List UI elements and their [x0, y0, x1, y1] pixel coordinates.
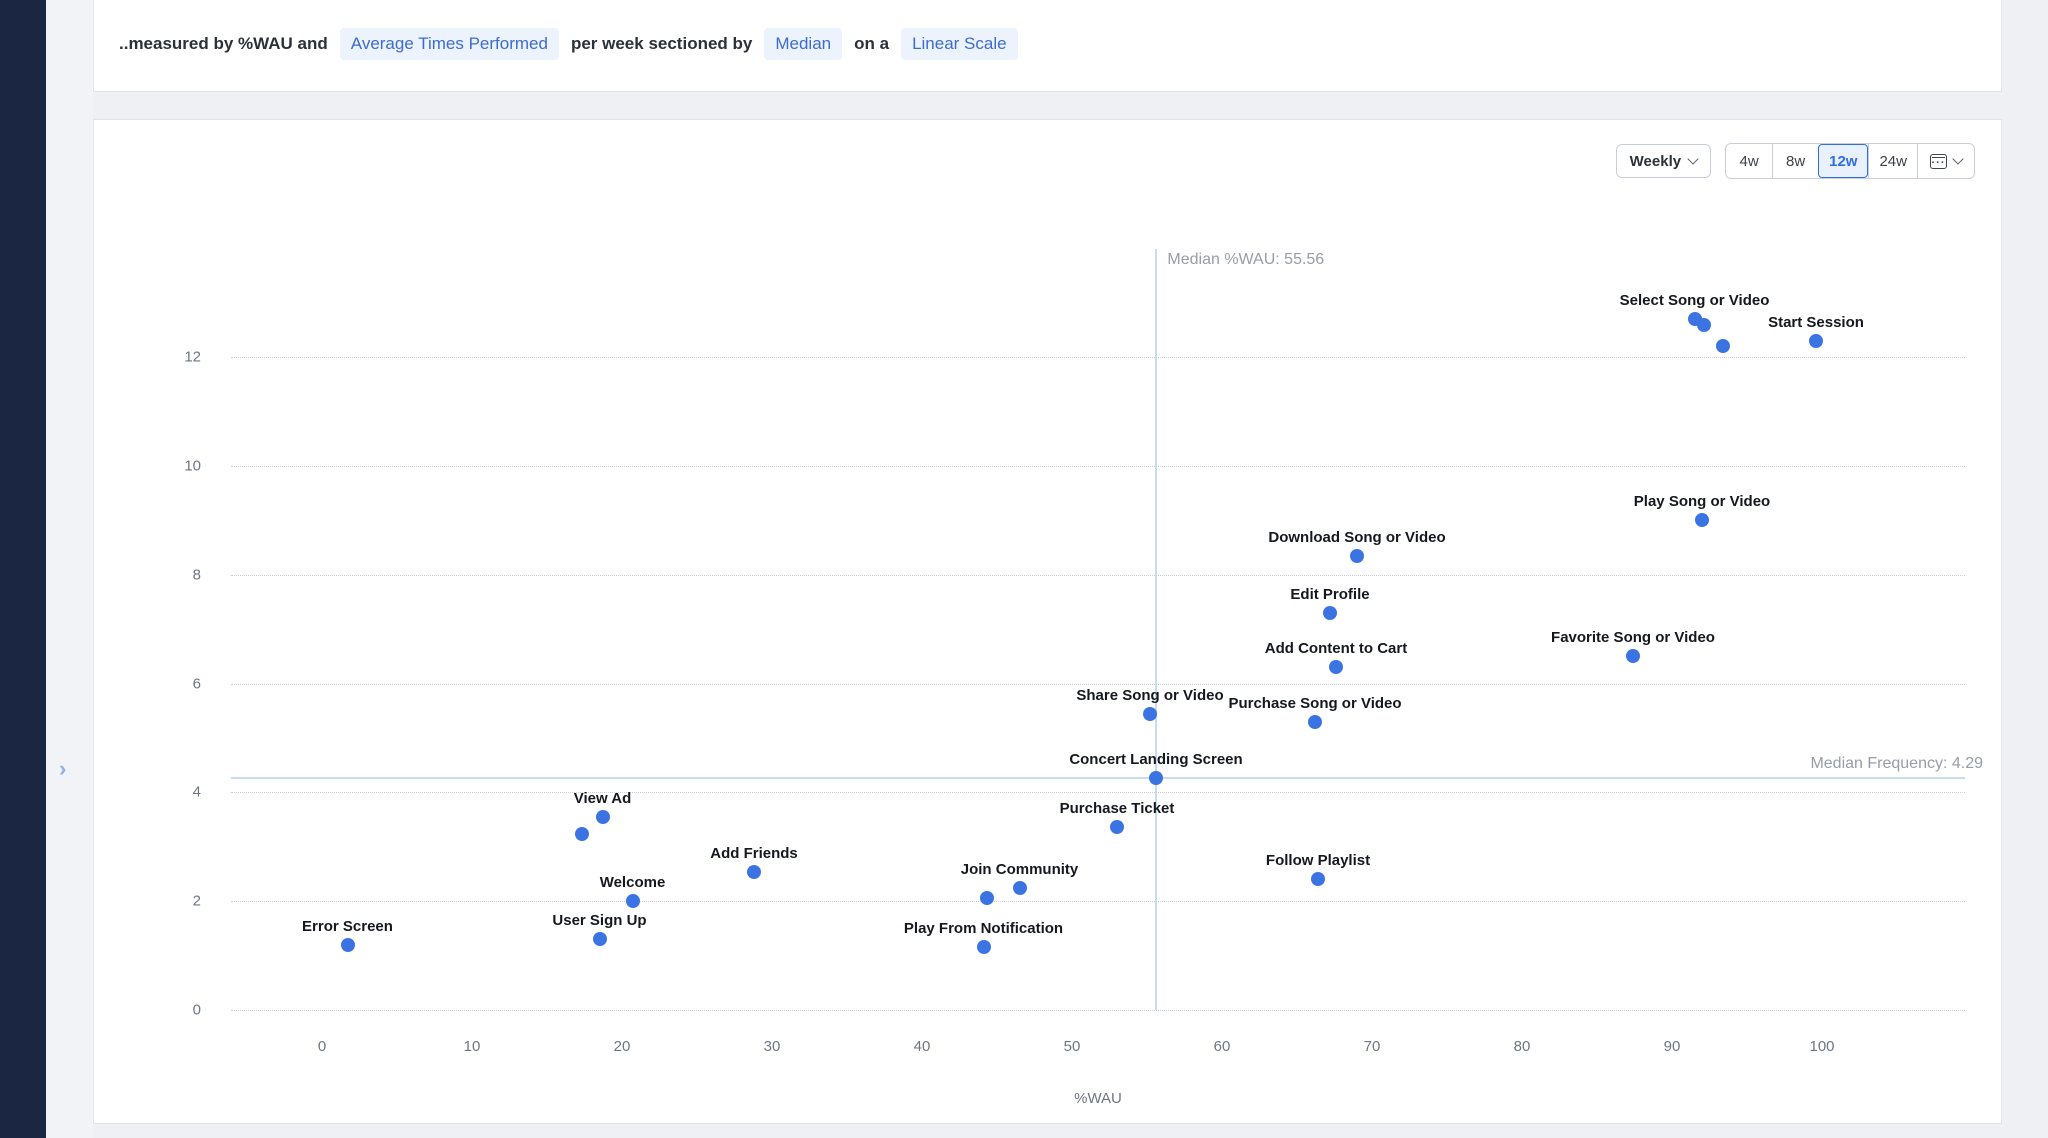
y-tick-label: 8 [141, 566, 201, 583]
collapsed-panel-gutter: › [46, 0, 93, 1138]
data-point-label: Follow Playlist [1266, 852, 1370, 869]
data-point[interactable] [747, 865, 761, 879]
data-point-label: Play From Notification [904, 920, 1063, 937]
x-tick-label: 30 [764, 1038, 781, 1055]
chart-definition-bar: ..measured by %WAU and Average Times Per… [93, 0, 2002, 92]
data-point[interactable] [1350, 549, 1364, 563]
y-tick-label: 2 [141, 893, 201, 910]
data-point-label: Download Song or Video [1268, 529, 1445, 546]
definition-text-3: on a [854, 34, 889, 54]
data-point-label: Error Screen [302, 918, 393, 935]
x-tick-label: 0 [318, 1038, 326, 1055]
data-point[interactable] [1697, 318, 1711, 332]
data-point-label: Select Song or Video [1620, 292, 1770, 309]
data-point[interactable] [1716, 339, 1730, 353]
data-point-label: Add Friends [710, 845, 798, 862]
data-point[interactable] [1143, 707, 1157, 721]
definition-text-1: ..measured by %WAU and [119, 34, 328, 54]
data-point[interactable] [341, 938, 355, 952]
x-tick-label: 80 [1514, 1038, 1531, 1055]
data-point-label: Purchase Ticket [1060, 800, 1175, 817]
data-point[interactable] [1323, 606, 1337, 620]
app-sidebar [0, 0, 46, 1138]
y-gridline [231, 684, 1965, 685]
data-point-label: Favorite Song or Video [1551, 629, 1715, 646]
scale-chip[interactable]: Linear Scale [901, 28, 1018, 60]
y-gridline [231, 357, 1965, 358]
data-point[interactable] [1110, 820, 1124, 834]
x-axis-title: %WAU [1074, 1090, 1122, 1107]
scatter-plot: 0246810120102030405060708090100%WAUAvera… [94, 120, 2003, 1125]
page: › ..measured by %WAU and Average Times P… [0, 0, 2048, 1138]
data-point[interactable] [977, 940, 991, 954]
median-wau-label: Median %WAU: 55.56 [1167, 251, 1324, 269]
data-point[interactable] [593, 932, 607, 946]
y-gridline [231, 1010, 1965, 1011]
data-point-label: Concert Landing Screen [1069, 751, 1242, 768]
data-point-label: View Ad [574, 790, 632, 807]
x-tick-label: 90 [1664, 1038, 1681, 1055]
x-tick-label: 10 [464, 1038, 481, 1055]
data-point[interactable] [1013, 881, 1027, 895]
x-tick-label: 100 [1809, 1038, 1834, 1055]
data-point-label: Start Session [1768, 314, 1864, 331]
data-point-label: Purchase Song or Video [1228, 695, 1401, 712]
chart-card: Weekly 4w8w12w24w 0246810120102030405060… [93, 119, 2002, 1124]
x-tick-label: 20 [614, 1038, 631, 1055]
y-gridline [231, 792, 1965, 793]
data-point-label: Edit Profile [1290, 586, 1369, 603]
data-point[interactable] [575, 827, 589, 841]
data-point-label: Add Content to Cart [1265, 640, 1407, 657]
metric-chip[interactable]: Average Times Performed [340, 28, 559, 60]
data-point[interactable] [1311, 872, 1325, 886]
data-point[interactable] [1149, 771, 1163, 785]
data-point[interactable] [1329, 660, 1343, 674]
median-wau-line [1155, 249, 1157, 1010]
x-tick-label: 40 [914, 1038, 931, 1055]
y-gridline [231, 901, 1965, 902]
data-point-label: User Sign Up [552, 912, 646, 929]
data-point[interactable] [1695, 513, 1709, 527]
data-point[interactable] [626, 894, 640, 908]
y-tick-label: 0 [141, 1002, 201, 1019]
y-tick-label: 6 [141, 675, 201, 692]
definition-text-2: per week sectioned by [571, 34, 752, 54]
y-tick-label: 12 [141, 349, 201, 366]
data-point[interactable] [1308, 715, 1322, 729]
data-point[interactable] [980, 891, 994, 905]
data-point-label: Share Song or Video [1076, 687, 1223, 704]
data-point[interactable] [596, 810, 610, 824]
y-tick-label: 4 [141, 784, 201, 801]
median-frequency-label: Median Frequency: 4.29 [1810, 755, 1983, 773]
y-gridline [231, 575, 1965, 576]
y-gridline [231, 466, 1965, 467]
section-chip[interactable]: Median [764, 28, 842, 60]
data-point-label: Join Community [961, 861, 1079, 878]
y-tick-label: 10 [141, 458, 201, 475]
x-tick-label: 50 [1064, 1038, 1081, 1055]
expand-panel-chevron-icon[interactable]: › [59, 756, 66, 782]
x-tick-label: 70 [1364, 1038, 1381, 1055]
data-point[interactable] [1626, 649, 1640, 663]
data-point-label: Play Song or Video [1634, 493, 1770, 510]
data-point-label: Welcome [600, 874, 666, 891]
median-frequency-line [231, 777, 1965, 779]
x-tick-label: 60 [1214, 1038, 1231, 1055]
data-point[interactable] [1809, 334, 1823, 348]
